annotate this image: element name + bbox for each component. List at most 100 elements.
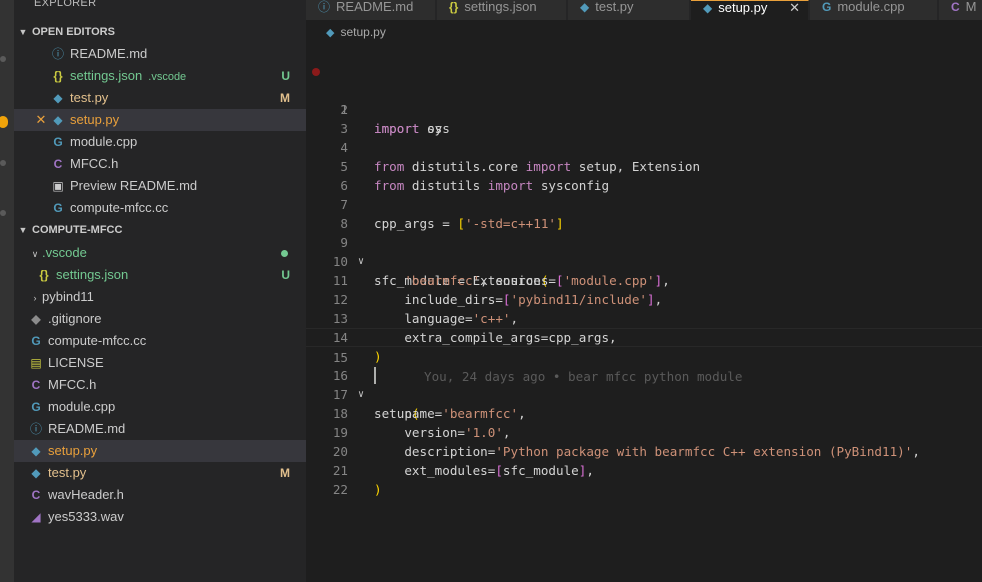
code-line: 14 ) bbox=[306, 309, 982, 364]
chevron-right-icon: › bbox=[33, 293, 37, 303]
cpp-icon: G bbox=[31, 334, 41, 348]
code-line: 20 ext_modules=[sfc_module], bbox=[306, 423, 982, 478]
tab-label: setup.py bbox=[718, 0, 768, 15]
activity-icon[interactable] bbox=[0, 56, 6, 62]
code-line: 6 bbox=[306, 157, 982, 193]
code-editor[interactable]: 1 import os 2 import sys 3 4 from distut… bbox=[306, 44, 982, 582]
open-editor-label: setup.py bbox=[70, 112, 120, 127]
code-line: 4 from distutils.core import setup, Exte… bbox=[306, 119, 982, 174]
tree-label: compute-mfcc.cc bbox=[48, 333, 147, 348]
open-editor-item[interactable]: ⓘ README.md bbox=[14, 43, 306, 65]
untracked-dot bbox=[281, 250, 288, 257]
tree-label: LICENSE bbox=[48, 355, 104, 370]
close-icon[interactable]: ✕ bbox=[32, 109, 50, 131]
tree-file-active[interactable]: ◆ setup.py bbox=[14, 440, 306, 462]
open-editor-label: README.md bbox=[70, 46, 148, 61]
tree-label: README.md bbox=[48, 421, 126, 436]
open-editor-item[interactable]: ◆ test.py M bbox=[14, 87, 306, 109]
tab-module[interactable]: Gmodule.cpp bbox=[810, 0, 938, 20]
open-editor-label: MFCC.h bbox=[70, 156, 119, 171]
tree-file[interactable]: CwavHeader.h bbox=[14, 484, 306, 506]
audio-icon: ◢ bbox=[31, 510, 41, 524]
project-header[interactable]: ▼ COMPUTE-MFCC bbox=[14, 219, 306, 241]
tab-label: test.py bbox=[595, 0, 634, 14]
tree-file[interactable]: {} settings.json U bbox=[14, 264, 306, 286]
code-line: 12 language='c++', bbox=[306, 271, 982, 326]
python-icon: ◆ bbox=[53, 91, 63, 105]
open-editor-label: settings.json bbox=[70, 68, 143, 83]
license-icon: ▤ bbox=[30, 356, 42, 370]
open-editor-label: test.py bbox=[70, 90, 109, 105]
open-editors-header[interactable]: ▼ OPEN EDITORS bbox=[14, 21, 306, 43]
code-line: 7 cpp_args = ['-std=c++11'] bbox=[306, 176, 982, 231]
json-braces-icon: {} bbox=[39, 268, 49, 282]
close-icon[interactable]: ✕ bbox=[789, 1, 800, 15]
tree-file[interactable]: Gmodule.cpp bbox=[14, 396, 306, 418]
activity-icon[interactable] bbox=[0, 160, 6, 166]
code-line: 3 bbox=[306, 100, 982, 136]
open-editor-label: Preview README.md bbox=[70, 178, 198, 193]
tab-label: settings.json bbox=[464, 0, 537, 14]
code-line: 9 ∨ sfc_module = Extension( bbox=[306, 214, 982, 288]
code-line: 1 import os bbox=[306, 62, 982, 136]
open-editor-label: compute-mfcc.cc bbox=[70, 200, 169, 215]
git-status-badge: U bbox=[281, 69, 290, 83]
open-editor-item[interactable]: Gcompute-mfcc.cc bbox=[14, 197, 306, 219]
open-editor-item[interactable]: C MFCC.h bbox=[14, 153, 306, 175]
code-line: 10 'bearmfcc', sources=['module.cpp'], bbox=[306, 233, 982, 288]
open-editor-item[interactable]: {} settings.json .vscode U bbox=[14, 65, 306, 87]
activity-badge bbox=[0, 116, 8, 128]
open-editor-item-active[interactable]: ✕ ◆ setup.py bbox=[14, 109, 306, 131]
tree-file[interactable]: ◢ yes5333.wav bbox=[14, 506, 306, 528]
line-number: 22 bbox=[332, 482, 348, 497]
open-editor-item[interactable]: ▣ Preview README.md bbox=[14, 175, 306, 197]
tree-file[interactable]: C MFCC.h bbox=[14, 374, 306, 396]
tab-settings[interactable]: {} settings.json bbox=[437, 0, 567, 20]
code-line: 22 bbox=[306, 461, 982, 497]
code-line: 13 extra_compile_args=cpp_args, bbox=[306, 290, 982, 345]
tree-label: test.py bbox=[48, 465, 87, 480]
code-line: 16 ∨ setup( bbox=[306, 347, 982, 421]
tab-test[interactable]: ◆ test.py bbox=[568, 0, 690, 20]
tab-readme[interactable]: ⓘ README.md bbox=[306, 0, 436, 20]
tree-label: .vscode bbox=[42, 245, 87, 260]
python-icon: ◆ bbox=[703, 1, 713, 15]
editor-tab-bar: ⓘ README.md {} settings.json ◆ test.py ◆ set… bbox=[306, 0, 982, 20]
tab-setup[interactable]: ◆ setup.py ✕ bbox=[691, 0, 809, 20]
chevron-down-icon: ▼ bbox=[18, 27, 28, 37]
tree-file[interactable]: ▤ LICENSE bbox=[14, 352, 306, 374]
code-line: 21 ) bbox=[306, 442, 982, 497]
info-icon: ⓘ bbox=[29, 422, 42, 436]
tree-label: module.cpp bbox=[48, 399, 116, 414]
cpp-icon: G bbox=[31, 400, 41, 414]
tree-file[interactable]: ◆ .gitignore bbox=[14, 308, 306, 330]
tree-label: pybind11 bbox=[42, 289, 94, 304]
code-line: 11 include_dirs=['pybind11/include'], bbox=[306, 252, 982, 307]
tree-folder[interactable]: ∨ .vscode bbox=[14, 242, 306, 264]
open-editors-title: OPEN EDITORS bbox=[32, 26, 115, 38]
tree-file[interactable]: ⓘ README.md bbox=[14, 418, 306, 440]
activity-icon[interactable] bbox=[0, 210, 6, 216]
breakpoint-dot[interactable] bbox=[312, 68, 320, 76]
chevron-down-icon: ∨ bbox=[31, 249, 39, 259]
tree-folder[interactable]: › pybind11 bbox=[14, 286, 306, 308]
breadcrumb-file: setup.py bbox=[340, 25, 386, 39]
tab-mfcc[interactable]: CM bbox=[939, 0, 982, 20]
open-editor-item[interactable]: Gmodule.cpp bbox=[14, 131, 306, 153]
tree-file[interactable]: ◆ test.py M bbox=[14, 462, 306, 484]
breadcrumb[interactable]: ◆ setup.py bbox=[306, 20, 982, 44]
code-line: 5 from distutils import sysconfig bbox=[306, 138, 982, 193]
tree-label: MFCC.h bbox=[48, 377, 97, 392]
tree-label: wavHeader.h bbox=[48, 487, 124, 502]
open-editor-label: module.cpp bbox=[70, 134, 138, 149]
activity-bar bbox=[0, 0, 14, 582]
c-header-icon: C bbox=[53, 157, 63, 171]
code-line-current: 15 You, 24 days ago • bear mfcc python m… bbox=[306, 328, 982, 384]
c-header-icon: C bbox=[951, 0, 960, 14]
git-icon: ◆ bbox=[31, 312, 41, 326]
code-line: 17 name='bearmfcc', bbox=[306, 366, 982, 421]
python-icon: ◆ bbox=[580, 0, 590, 14]
explorer-sidebar: EXPLORER ▼ OPEN EDITORS ⓘ README.md {} sett… bbox=[14, 0, 306, 582]
tree-file[interactable]: Gcompute-mfcc.cc bbox=[14, 330, 306, 352]
git-status-badge: M bbox=[280, 91, 290, 105]
